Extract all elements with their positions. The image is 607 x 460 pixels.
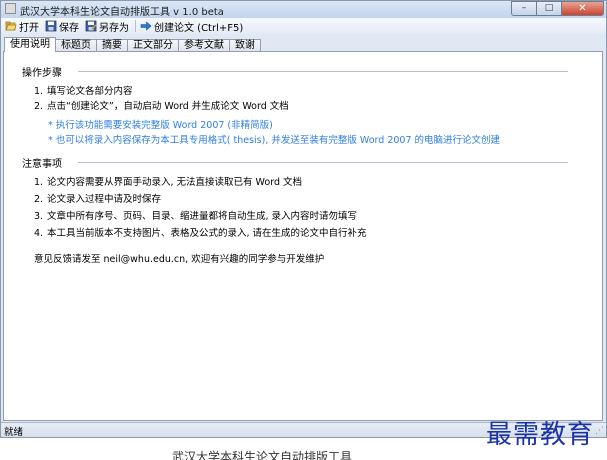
steps-divider xyxy=(78,71,568,72)
maximize-button[interactable]: □ xyxy=(536,1,561,16)
caution-item: 1. 论文内容需要从界面手动录入, 无法直接读取已有 Word 文档 xyxy=(34,177,302,188)
toolbar-separator xyxy=(135,20,136,32)
step-item: 1. 填写论文各部分内容 xyxy=(34,86,133,97)
note-item: * 执行该功能需要安装完整版 Word 2007 (非精简版) xyxy=(48,120,273,131)
feedback-text: 意见反馈请发至 neil@whu.edu.cn, 欢迎有兴趣的同学参与开发维护 xyxy=(34,254,325,265)
caution-item: 4. 本工具当前版本不支持图片、表格及公式的录入, 请在生成的论文中自行补充 xyxy=(34,228,367,239)
floppy-disk-icon xyxy=(45,20,57,32)
status-text: 就绪 xyxy=(4,427,24,438)
close-button[interactable]: ✕ xyxy=(561,1,604,16)
save-label: 保存 xyxy=(59,22,79,34)
tab-instructions[interactable]: 使用说明 xyxy=(4,37,56,52)
image-caption: 武汉大学本科生论文自动排版工具 xyxy=(172,450,353,460)
instructions-panel: 操作步骤 1. 填写论文各部分内容 2. 点击“创建论文”，自动启动 Word 并生… xyxy=(3,51,603,421)
steps-section-title: 操作步骤 xyxy=(22,68,62,79)
caution-item: 3. 文章中所有序号、页码、目录、缩进量都将自动生成, 录入内容时请勿填写 xyxy=(34,211,358,222)
arrow-right-icon xyxy=(140,20,152,32)
watermark-logo: 最需教育 xyxy=(486,420,595,450)
app-icon xyxy=(5,3,16,14)
step-item: 2. 点击“创建论文”，自动启动 Word 并生成论文 Word 文档 xyxy=(34,101,289,112)
resize-grip-icon[interactable]: ⋰ xyxy=(595,426,604,436)
window-title: 武汉大学本科生论文自动排版工具 v 1.0 beta xyxy=(20,7,224,18)
app-window: 武汉大学本科生论文自动排版工具 v 1.0 beta – □ ✕ 打开 保存 另… xyxy=(0,0,607,438)
open-button[interactable]: 打开 xyxy=(5,19,39,34)
save-as-icon xyxy=(85,20,97,32)
save-as-label: 另存为 xyxy=(99,22,129,34)
tab-strip: 使用说明 标题页 摘要 正文部分 参考文献 致谢 xyxy=(4,37,261,52)
save-as-button[interactable]: 另存为 xyxy=(85,19,129,34)
open-label: 打开 xyxy=(19,22,39,34)
create-thesis-button[interactable]: 创建论文 (Ctrl+F5) xyxy=(140,19,244,34)
create-thesis-label: 创建论文 (Ctrl+F5) xyxy=(154,22,244,34)
cautions-divider xyxy=(78,162,568,163)
save-button[interactable]: 保存 xyxy=(45,19,79,34)
cautions-section-title: 注意事项 xyxy=(22,159,62,170)
window-controls: – □ ✕ xyxy=(511,1,604,16)
minimize-button[interactable]: – xyxy=(511,1,536,16)
toolbar: 打开 保存 另存为 创建论文 (Ctrl+F5) xyxy=(1,18,606,34)
note-item: * 也可以将录入内容保存为本工具专用格式( thesis), 并发送至装有完整版… xyxy=(48,135,501,146)
open-folder-icon xyxy=(5,20,17,32)
title-bar[interactable]: 武汉大学本科生论文自动排版工具 v 1.0 beta – □ ✕ xyxy=(1,1,606,18)
caution-item: 2. 论文录入过程中请及时保存 xyxy=(34,194,162,205)
